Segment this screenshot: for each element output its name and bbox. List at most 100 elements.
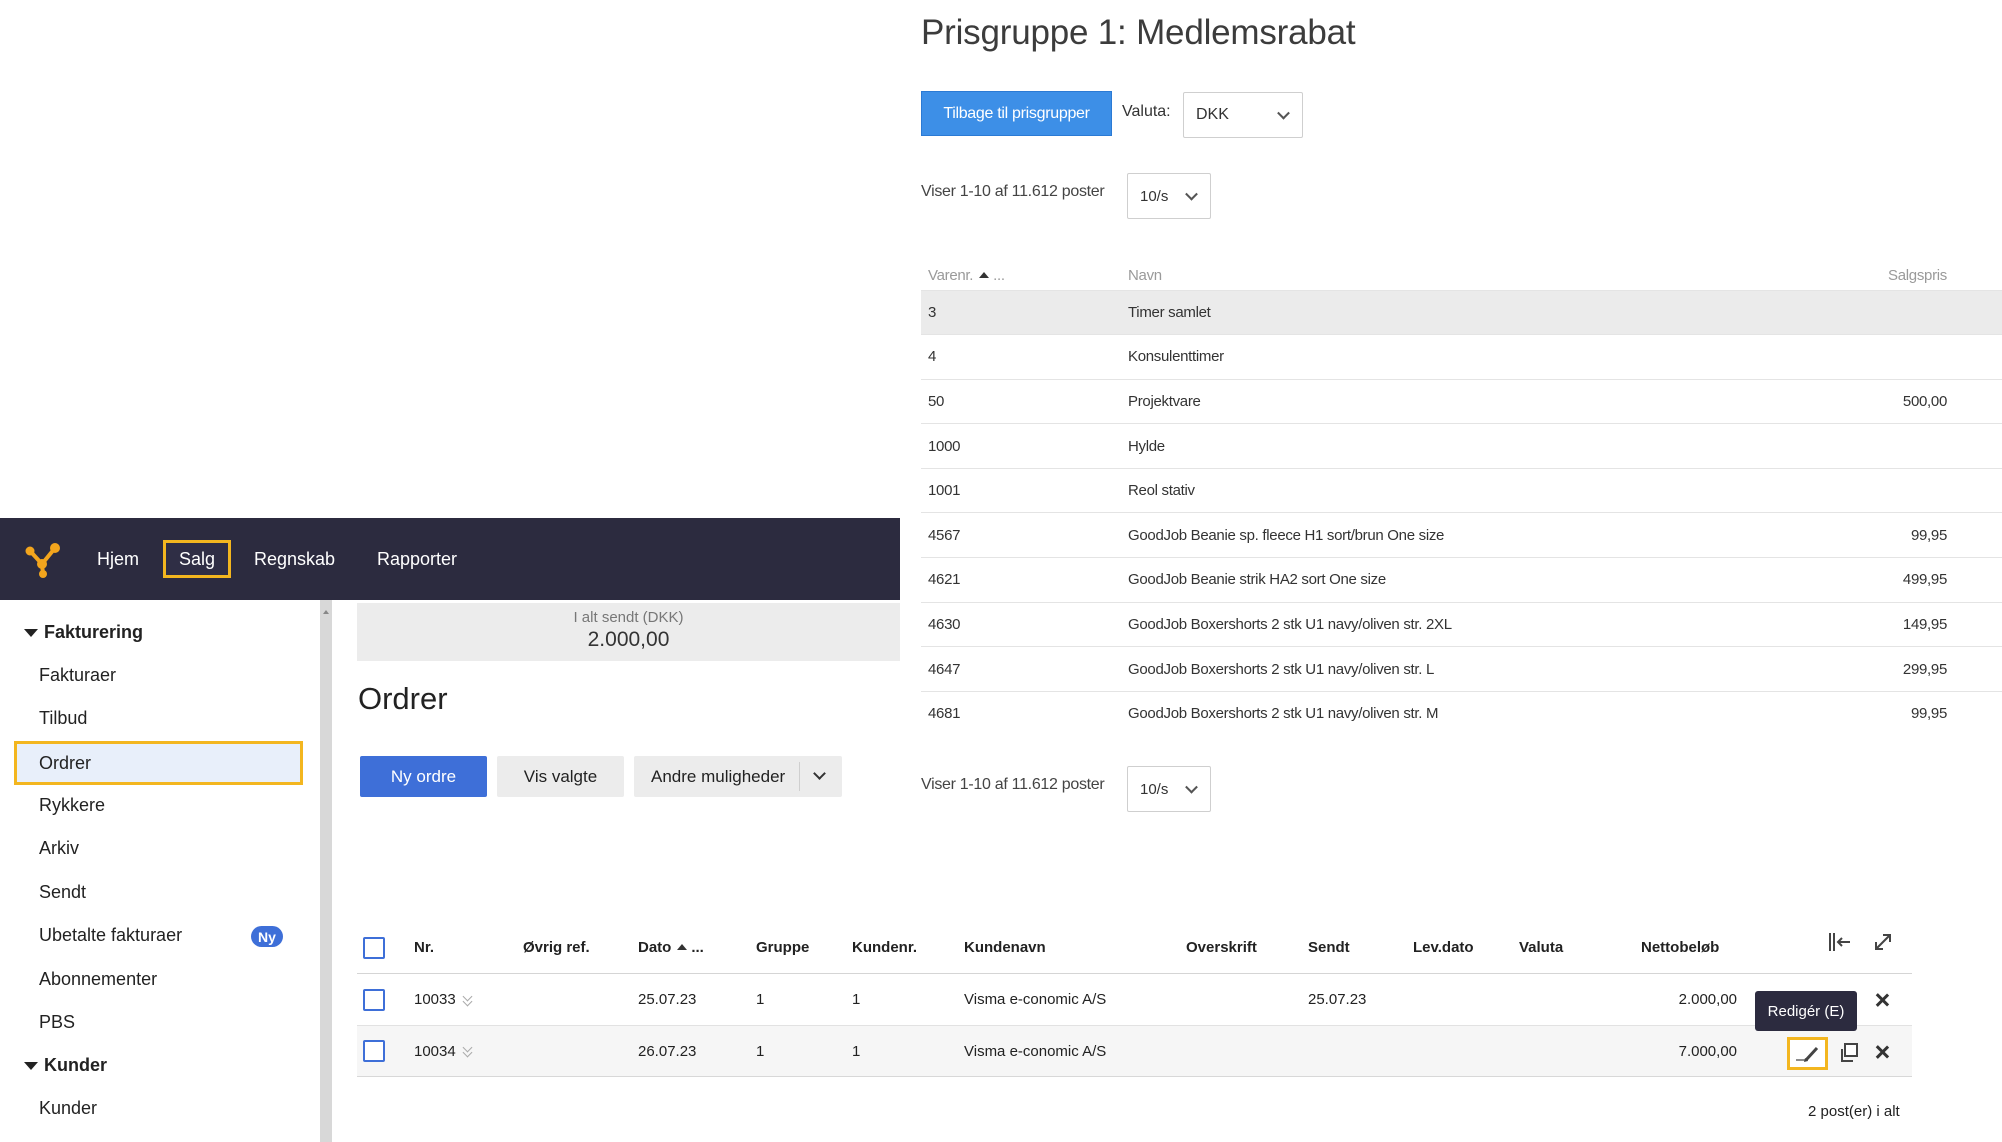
- order-number[interactable]: 10033: [414, 991, 456, 1008]
- column-header-overskrift[interactable]: Overskrift: [1186, 922, 1257, 973]
- sidebar-item-rykkere[interactable]: Rykkere: [39, 795, 105, 816]
- prisgruppe-panel: Prisgruppe 1: Medlemsrabat Tilbage til p…: [906, 0, 2002, 812]
- select-all-checkbox[interactable]: [363, 936, 385, 959]
- economic-logo-icon[interactable]: [22, 540, 62, 580]
- column-header-sendt[interactable]: Sendt: [1308, 922, 1350, 973]
- nav-hjem[interactable]: Hjem: [82, 540, 154, 578]
- expand-icon[interactable]: [1871, 930, 1895, 954]
- edit-tooltip: Redigér (E): [1755, 991, 1857, 1031]
- collapse-columns-icon[interactable]: [1827, 930, 1853, 954]
- table-row[interactable]: 4567 GoodJob Beanie sp. fleece H1 sort/br…: [921, 512, 2002, 558]
- orders-page-title: Ordrer: [358, 681, 448, 716]
- column-header-varenr[interactable]: Varenr....: [921, 262, 1128, 290]
- chevron-down-icon: [1277, 106, 1290, 120]
- nav-rapporter[interactable]: Rapporter: [362, 540, 472, 578]
- net-amount: 2.000,00: [1678, 991, 1737, 1008]
- row-checkbox[interactable]: [363, 1040, 385, 1062]
- total-sent-summary: I alt sendt (DKK) 2.000,00: [357, 603, 900, 661]
- pager-text-bottom: Viser 1-10 af 11.612 poster: [921, 776, 1105, 793]
- sidebar-item-abonnementer[interactable]: Abonnementer: [39, 969, 157, 990]
- products-table: Varenr.... Navn Salgspris 3 Timer samlet …: [921, 262, 2002, 736]
- sidebar-item-tilbud[interactable]: Tilbud: [39, 708, 87, 729]
- delete-icon[interactable]: [1873, 991, 1891, 1009]
- table-row[interactable]: 10033 25.07.23 1 1 Visma e-conomic A/S 2…: [357, 974, 1912, 1026]
- column-header-nettobelob[interactable]: Nettobeløb: [1641, 922, 1719, 973]
- table-row[interactable]: 3 Timer samlet: [921, 289, 2002, 335]
- table-row[interactable]: 50 Projektvare 500,00: [921, 378, 2002, 424]
- summary-label: I alt sendt (DKK): [573, 609, 684, 626]
- column-header-gruppe[interactable]: Gruppe: [756, 922, 809, 973]
- table-row[interactable]: 4621 GoodJob Beanie strik HA2 sort One si…: [921, 557, 2002, 603]
- sidebar-item-arkiv[interactable]: Arkiv: [39, 838, 79, 859]
- orders-table: Nr. Øvrig ref. Dato ... Gruppe Kundenr. …: [357, 922, 1912, 1142]
- new-order-button[interactable]: Ny ordre: [360, 756, 487, 797]
- sidebar-item-sendt[interactable]: Sendt: [39, 882, 86, 903]
- table-header-row: Nr. Øvrig ref. Dato ... Gruppe Kundenr. …: [357, 922, 1912, 974]
- top-navigation-bar: Hjem Salg Regnskab Rapporter: [0, 518, 900, 600]
- table-row[interactable]: 4630 GoodJob Boxershorts 2 stk U1 navy/ol…: [921, 601, 2002, 647]
- row-checkbox[interactable]: [363, 988, 385, 1011]
- sent-date: 25.07.23: [1308, 991, 1367, 1008]
- nav-salg[interactable]: Salg: [163, 540, 232, 578]
- per-page-select-bottom[interactable]: 10/s: [1127, 766, 1211, 812]
- column-header-ovrig-ref[interactable]: Øvrig ref.: [523, 922, 590, 973]
- page-title: Prisgruppe 1: Medlemsrabat: [921, 13, 1356, 52]
- expand-row-icon[interactable]: [462, 1044, 474, 1058]
- split-divider: [799, 762, 800, 791]
- chevron-down-icon: [1185, 780, 1198, 794]
- sidebar-item-pbs[interactable]: PBS: [39, 1012, 75, 1033]
- total-count: 2 post(er) i alt: [1808, 1103, 1900, 1120]
- chevron-down-icon[interactable]: [813, 767, 826, 780]
- expand-row-icon[interactable]: [462, 993, 474, 1007]
- sort-ascending-icon: [677, 943, 688, 950]
- sidebar-item-kunder[interactable]: Kunder: [39, 1098, 97, 1119]
- currency-value: DKK: [1196, 106, 1229, 123]
- customer-name: Visma e-conomic A/S: [964, 991, 1107, 1008]
- other-options-button[interactable]: Andre muligheder: [634, 756, 842, 797]
- per-page-value: 10/s: [1140, 780, 1169, 798]
- caret-down-icon: [24, 1061, 38, 1070]
- order-date: 25.07.23: [638, 991, 697, 1008]
- sidebar-scrollbar[interactable]: [320, 600, 332, 1142]
- sidebar-item-fakturaer[interactable]: Fakturaer: [39, 665, 116, 686]
- order-date: 26.07.23: [638, 1042, 697, 1060]
- new-badge: Ny: [251, 926, 283, 947]
- table-row[interactable]: 10034 26.07.23 1 1 Visma e-conomic A/S 7…: [357, 1026, 1912, 1077]
- per-page-select-top[interactable]: 10/s: [1127, 173, 1211, 219]
- edit-button[interactable]: [1787, 1037, 1828, 1070]
- customer-number: 1: [852, 991, 861, 1008]
- copy-icon[interactable]: [1838, 1042, 1860, 1064]
- currency-select[interactable]: DKK: [1183, 92, 1303, 138]
- customer-number: 1: [852, 1042, 861, 1060]
- table-row[interactable]: 1001 Reol stativ: [921, 467, 2002, 513]
- sidebar-item-ordrer[interactable]: Ordrer: [14, 741, 303, 785]
- sort-ascending-icon: [979, 272, 990, 279]
- nav-regnskab[interactable]: Regnskab: [239, 540, 350, 578]
- pencil-icon: [1796, 1046, 1819, 1062]
- chevron-down-icon: [1185, 187, 1198, 201]
- column-header-lev-dato[interactable]: Lev.dato: [1413, 922, 1474, 973]
- sidebar-item-ubetalte-fakturaer[interactable]: Ubetalte fakturaer: [39, 925, 182, 946]
- column-header-navn[interactable]: Navn: [1128, 262, 1774, 290]
- table-row[interactable]: 4 Konsulenttimer: [921, 334, 2002, 380]
- column-header-kundenavn[interactable]: Kundenavn: [964, 922, 1046, 973]
- sidebar-section-kunder[interactable]: Kunder: [24, 1055, 107, 1076]
- column-header-salgspris[interactable]: Salgspris: [1774, 262, 2002, 290]
- sidebar-section-fakturering[interactable]: Fakturering: [24, 622, 143, 643]
- order-group: 1: [756, 991, 765, 1008]
- column-header-nr[interactable]: Nr.: [414, 922, 434, 973]
- column-header-dato[interactable]: Dato ...: [638, 922, 704, 973]
- order-number[interactable]: 10034: [414, 1043, 456, 1060]
- table-row[interactable]: 4647 GoodJob Boxershorts 2 stk U1 navy/ol…: [921, 646, 2002, 692]
- customer-name: Visma e-conomic A/S: [964, 1042, 1107, 1060]
- back-to-price-groups-button[interactable]: Tilbage til prisgrupper: [921, 91, 1112, 136]
- table-row[interactable]: 4681 GoodJob Boxershorts 2 stk U1 navy/ol…: [921, 690, 2002, 736]
- column-header-valuta[interactable]: Valuta: [1519, 922, 1563, 973]
- delete-icon[interactable]: [1873, 1043, 1891, 1061]
- net-amount: 7.000,00: [1678, 1042, 1737, 1060]
- currency-label: Valuta:: [1122, 103, 1171, 120]
- table-header-row: Varenr.... Navn Salgspris: [921, 262, 2002, 290]
- table-row[interactable]: 1000 Hylde: [921, 423, 2002, 469]
- column-header-kundenr[interactable]: Kundenr.: [852, 922, 917, 973]
- show-selected-button[interactable]: Vis valgte: [497, 756, 624, 797]
